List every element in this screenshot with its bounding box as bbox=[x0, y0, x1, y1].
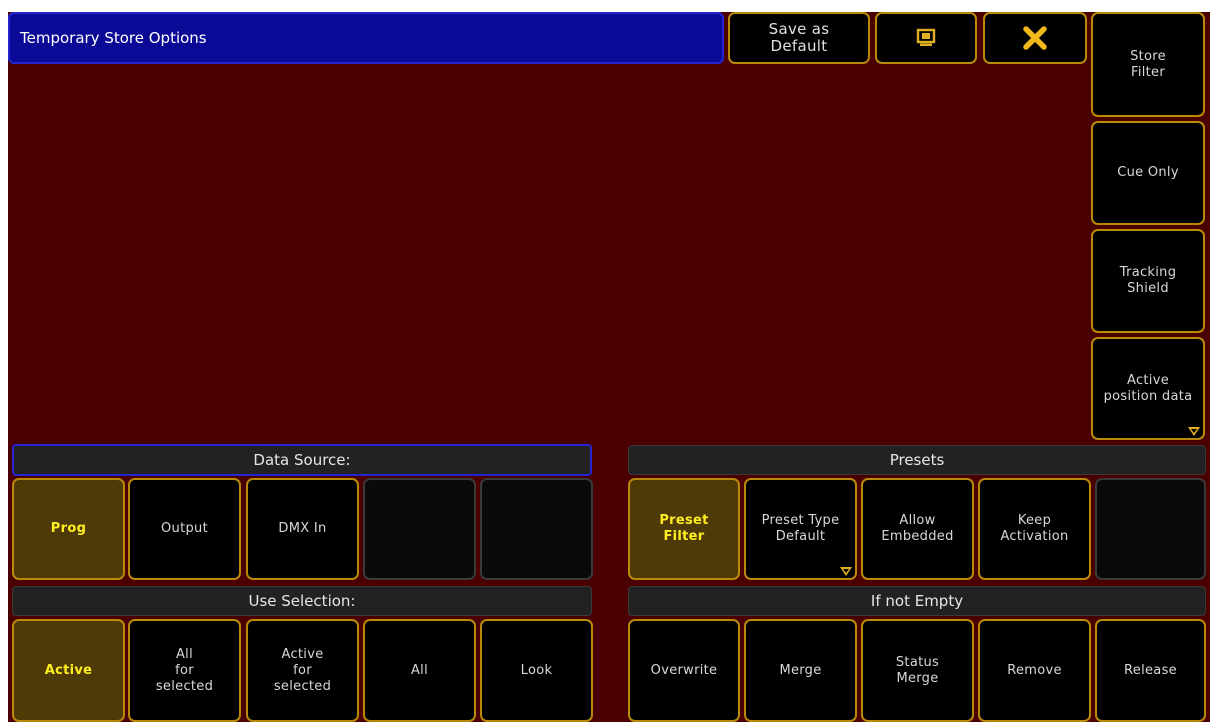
if-not-empty-header: If not Empty bbox=[628, 586, 1206, 616]
save-as-default-button[interactable]: Save as Default bbox=[728, 12, 870, 64]
cue-only-button[interactable]: Cue Only bbox=[1091, 121, 1205, 225]
tracking-shield-button[interactable]: Tracking Shield bbox=[1091, 229, 1205, 333]
use-selection-active-for-selected-button[interactable]: Active for selected bbox=[246, 619, 359, 722]
keep-activation-button[interactable]: Keep Activation bbox=[978, 478, 1091, 580]
use-selection-look-button[interactable]: Look bbox=[480, 619, 593, 722]
store-filter-button[interactable]: Store Filter bbox=[1091, 12, 1205, 117]
close-button[interactable] bbox=[983, 12, 1087, 64]
screen-button[interactable] bbox=[875, 12, 977, 64]
presets-empty-button[interactable] bbox=[1095, 478, 1206, 580]
data-source-prog-button[interactable]: Prog bbox=[12, 478, 125, 580]
release-button[interactable]: Release bbox=[1095, 619, 1206, 722]
use-selection-header: Use Selection: bbox=[12, 586, 592, 616]
allow-embedded-button[interactable]: Allow Embedded bbox=[861, 478, 974, 580]
window-title-text: Temporary Store Options bbox=[20, 29, 207, 47]
data-source-dmx-in-button[interactable]: DMX In bbox=[246, 478, 359, 580]
overwrite-button[interactable]: Overwrite bbox=[628, 619, 740, 722]
preset-filter-button[interactable]: Preset Filter bbox=[628, 478, 740, 580]
store-options-window: Temporary Store Options Save as Default … bbox=[8, 12, 1210, 722]
screen-icon bbox=[916, 28, 936, 46]
preset-type-default-label: Preset Type Default bbox=[761, 513, 840, 544]
dropdown-indicator-icon bbox=[840, 567, 852, 576]
active-position-data-label: Active position data bbox=[1103, 372, 1193, 404]
data-source-empty-button-2[interactable] bbox=[480, 478, 593, 580]
merge-button[interactable]: Merge bbox=[744, 619, 857, 722]
data-source-output-button[interactable]: Output bbox=[128, 478, 241, 580]
window-title: Temporary Store Options bbox=[8, 12, 724, 64]
dropdown-indicator-icon bbox=[1188, 427, 1200, 436]
use-selection-all-button[interactable]: All bbox=[363, 619, 476, 722]
active-position-data-button[interactable]: Active position data bbox=[1091, 337, 1205, 440]
close-icon bbox=[1023, 26, 1047, 50]
data-source-empty-button-1[interactable] bbox=[363, 478, 476, 580]
data-source-header: Data Source: bbox=[12, 444, 592, 476]
preset-type-default-button[interactable]: Preset Type Default bbox=[744, 478, 857, 580]
status-merge-button[interactable]: Status Merge bbox=[861, 619, 974, 722]
use-selection-all-for-selected-button[interactable]: All for selected bbox=[128, 619, 241, 722]
remove-button[interactable]: Remove bbox=[978, 619, 1091, 722]
presets-header: Presets bbox=[628, 445, 1206, 475]
use-selection-active-button[interactable]: Active bbox=[12, 619, 125, 722]
